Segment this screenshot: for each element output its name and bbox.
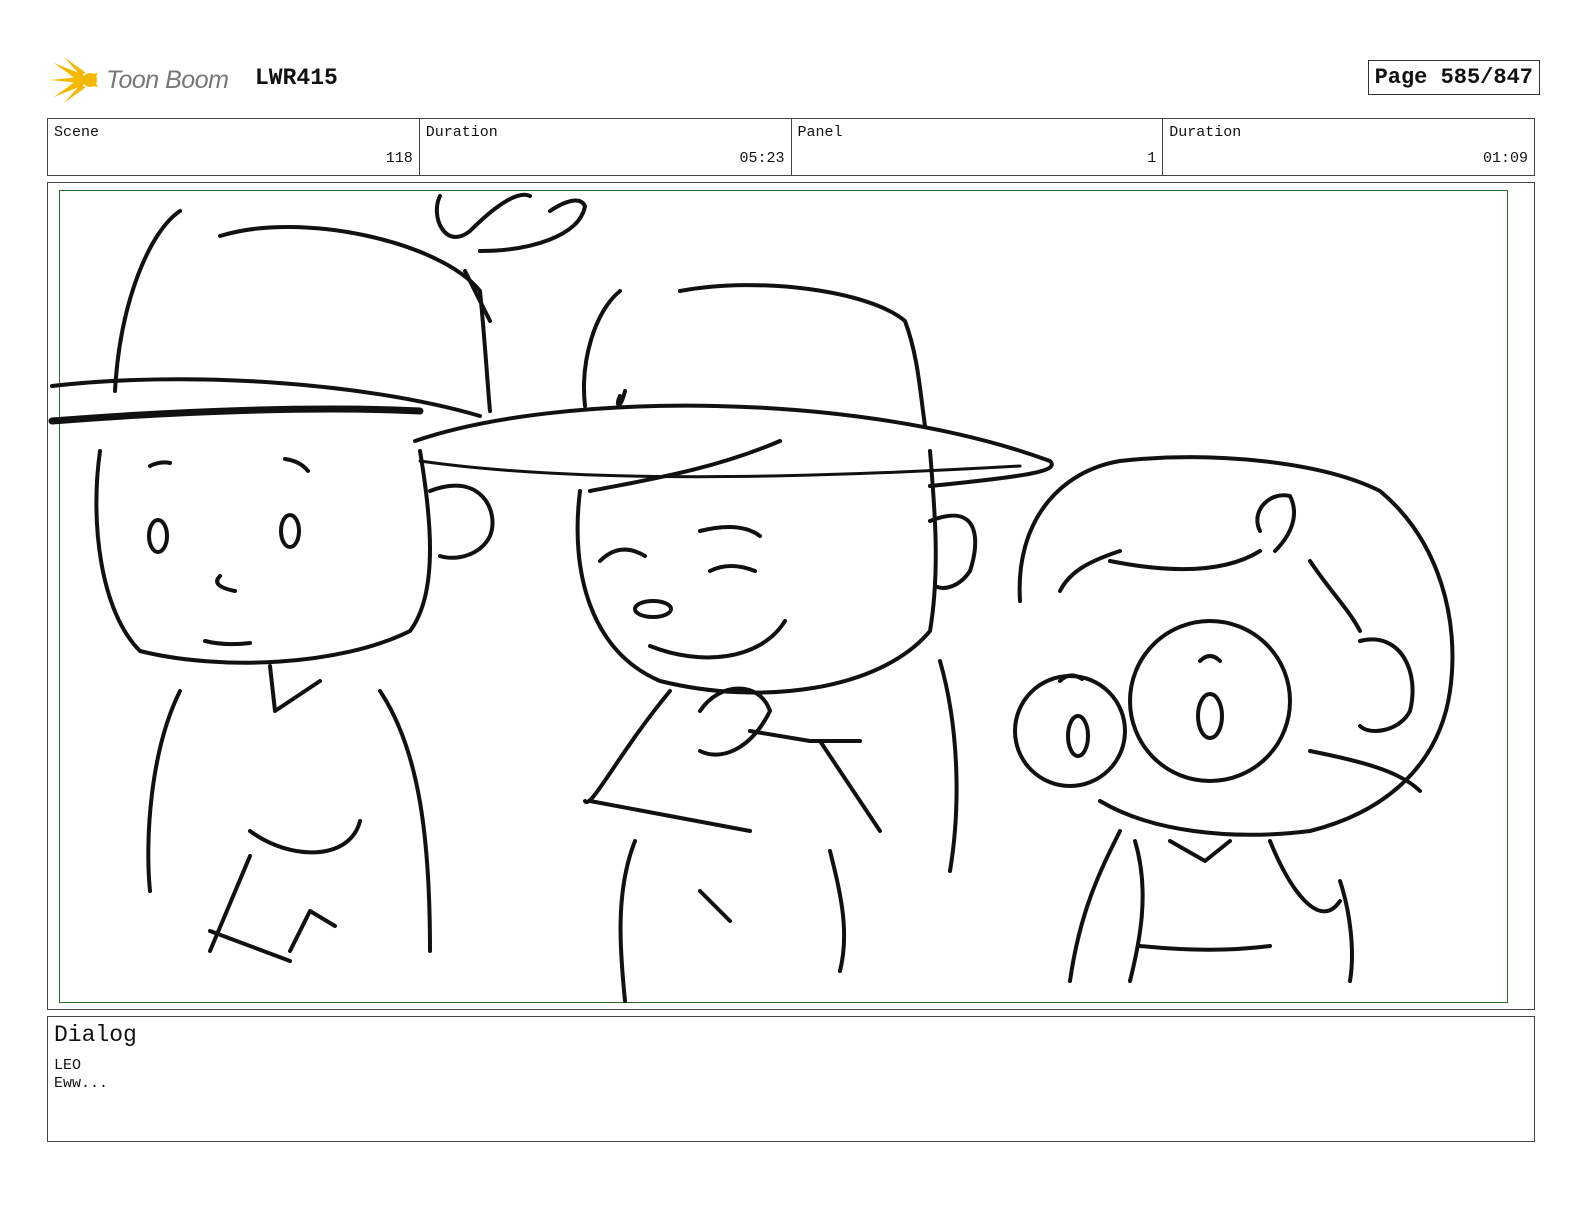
panel-duration-value: 01:09 (1482, 150, 1528, 167)
dialog-title: Dialog (54, 1022, 137, 1048)
logo-wordmark: Toon Boom (106, 65, 229, 94)
panel-duration-label: Duration (1169, 124, 1242, 141)
scene-cell: Scene 118 (48, 119, 420, 175)
panel-label: Panel (797, 124, 843, 141)
project-code: LWR415 (255, 65, 338, 91)
scene-duration-value: 05:23 (739, 150, 785, 167)
dialog-line: Eww... (54, 1075, 109, 1092)
panel-safe-frame (48, 190, 1508, 1003)
page-header: Toon Boom LWR415 Page 585/847 (50, 55, 1540, 105)
toon-boom-logo: Toon Boom (50, 55, 250, 105)
panel-info-table: Scene 118 Duration 05:23 Panel 1 Duratio… (47, 118, 1535, 176)
storyboard-panel (47, 182, 1535, 1010)
panel-cell: Panel 1 (792, 119, 1164, 175)
panel-duration-cell: Duration 01:09 (1163, 119, 1534, 175)
scene-duration-label: Duration (425, 124, 498, 141)
character-left (48, 192, 587, 963)
page-indicator: Page 585/847 (1367, 60, 1540, 95)
panel-value: 1 (1147, 150, 1157, 167)
character-right (1013, 455, 1455, 983)
dialog-speaker: LEO (54, 1057, 82, 1074)
character-middle (413, 283, 1054, 1003)
storyboard-sketch (48, 192, 1455, 1003)
scene-duration-cell: Duration 05:23 (420, 119, 792, 175)
starburst-logo-icon (50, 57, 98, 103)
dialog-box: Dialog LEO Eww... (47, 1016, 1535, 1142)
scene-label: Scene (54, 124, 100, 141)
scene-value: 118 (385, 150, 413, 167)
